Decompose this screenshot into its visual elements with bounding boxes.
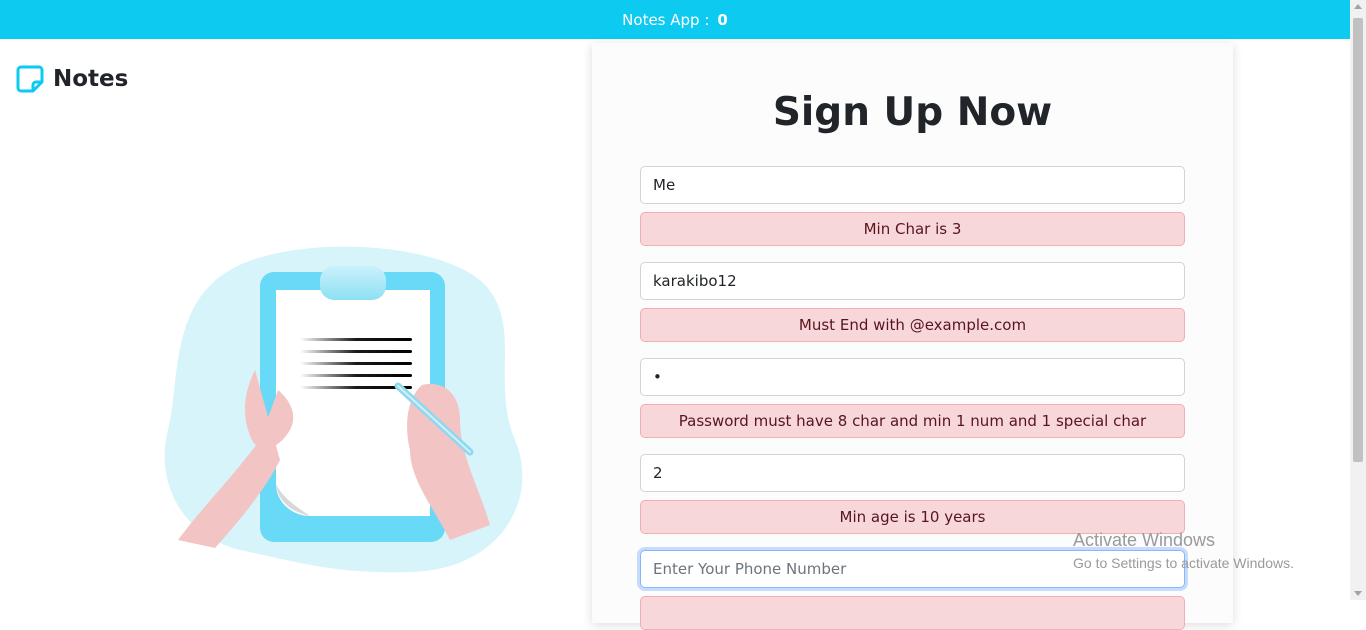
scrollbar-thumb[interactable] (1353, 18, 1363, 462)
email-input[interactable]: karakibo12 (640, 262, 1185, 300)
name-error-text: Min Char is 3 (863, 220, 962, 238)
email-error-text: Must End with @example.com (798, 316, 1027, 334)
windows-activation-watermark: Activate Windows Go to Settings to activ… (1073, 530, 1294, 571)
phone-input-placeholder: Enter Your Phone Number (653, 560, 847, 578)
email-input-value: karakibo12 (653, 272, 737, 290)
brand-title: Notes (53, 66, 129, 92)
signup-heading: Sign Up Now (772, 90, 1053, 135)
page-scrollbar[interactable] (1350, 0, 1366, 600)
password-error-alert: Password must have 8 char and min 1 num … (640, 404, 1185, 438)
age-error-alert: Min age is 10 years (640, 500, 1185, 534)
brand[interactable]: Notes (16, 65, 128, 93)
name-input[interactable]: Me (640, 166, 1185, 204)
scroll-down-icon[interactable] (1354, 591, 1362, 596)
phone-error-alert (640, 596, 1185, 630)
notes-count: 0 (717, 10, 728, 29)
age-input-value: 2 (653, 464, 663, 482)
password-input[interactable]: • (640, 358, 1185, 396)
password-error-text: Password must have 8 char and min 1 num … (678, 412, 1147, 430)
name-input-value: Me (653, 176, 676, 194)
email-error-alert: Must End with @example.com (640, 308, 1185, 342)
name-error-alert: Min Char is 3 (640, 212, 1185, 246)
age-input[interactable]: 2 (640, 454, 1185, 492)
navbar-title: Notes App : (622, 10, 710, 29)
watermark-line-2: Go to Settings to activate Windows. (1073, 555, 1294, 571)
navbar: Notes App : 0 (0, 0, 1350, 39)
password-input-value: • (653, 368, 662, 386)
age-error-text: Min age is 10 years (839, 508, 986, 526)
scroll-up-icon[interactable] (1354, 4, 1362, 9)
watermark-line-1: Activate Windows (1073, 530, 1216, 550)
sticky-note-icon (16, 65, 44, 93)
clipboard-illustration (164, 246, 523, 573)
